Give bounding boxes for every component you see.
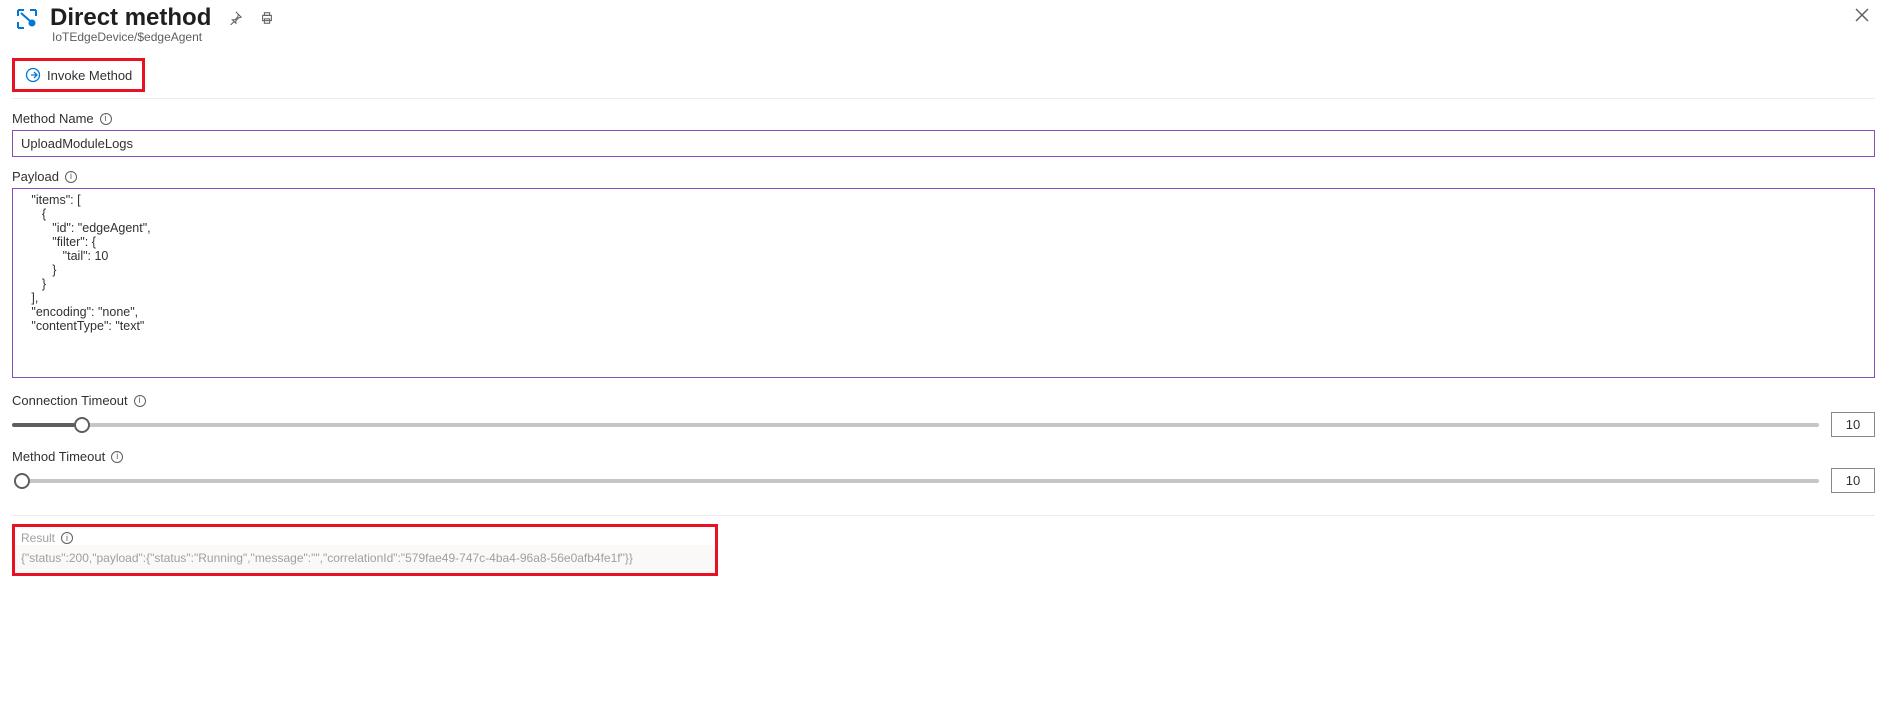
pin-icon[interactable] xyxy=(227,10,243,26)
info-icon[interactable]: i xyxy=(65,171,77,183)
direct-method-icon xyxy=(12,4,42,34)
method-timeout-value[interactable]: 10 xyxy=(1831,468,1875,493)
method-name-label: Method Name xyxy=(12,111,94,126)
close-icon[interactable] xyxy=(1853,6,1871,24)
connection-timeout-slider[interactable] xyxy=(14,423,1819,427)
info-icon[interactable]: i xyxy=(134,395,146,407)
method-timeout-label: Method Timeout xyxy=(12,449,105,464)
print-icon[interactable] xyxy=(259,10,275,26)
info-icon[interactable]: i xyxy=(61,532,73,544)
info-icon[interactable]: i xyxy=(111,451,123,463)
result-label: Result xyxy=(21,531,55,545)
invoke-method-button[interactable]: Invoke Method xyxy=(19,63,138,87)
invoke-icon xyxy=(25,67,41,83)
invoke-method-label: Invoke Method xyxy=(47,68,132,83)
payload-input[interactable] xyxy=(12,188,1875,378)
method-name-input[interactable] xyxy=(12,130,1875,157)
connection-timeout-label: Connection Timeout xyxy=(12,393,128,408)
payload-label: Payload xyxy=(12,169,59,184)
method-timeout-slider[interactable] xyxy=(14,479,1819,483)
result-output: {"status":200,"payload":{"status":"Runni… xyxy=(15,545,715,573)
connection-timeout-value[interactable]: 10 xyxy=(1831,412,1875,437)
info-icon[interactable]: i xyxy=(100,113,112,125)
breadcrumb: IoTEdgeDevice/$edgeAgent xyxy=(52,30,275,44)
page-title: Direct method xyxy=(50,4,211,32)
